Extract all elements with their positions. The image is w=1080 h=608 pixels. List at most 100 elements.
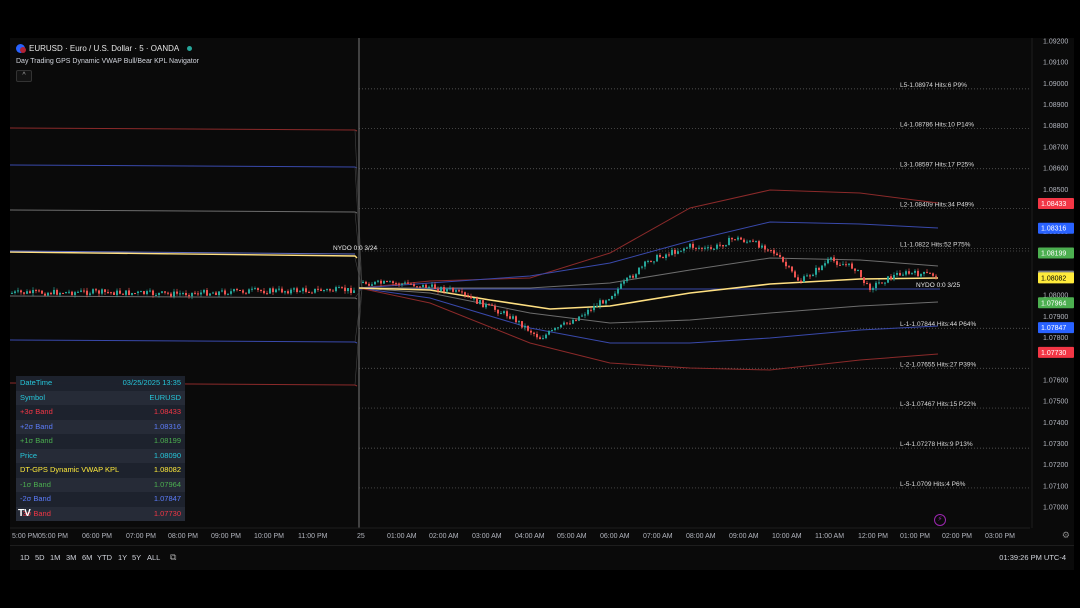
candle-body — [698, 247, 700, 249]
candle-body — [290, 289, 292, 294]
candle-body — [728, 237, 730, 246]
price-badge-label: 1.08199 — [1041, 251, 1066, 258]
indicator-title[interactable]: Day Trading GPS Dynamic VWAP Bull/Bear K… — [16, 58, 199, 65]
range-button-5y[interactable]: 5Y — [132, 553, 141, 562]
candle-body — [497, 309, 499, 314]
range-button-3m[interactable]: 3M — [66, 553, 76, 562]
candle-body — [464, 292, 466, 295]
candle-body — [365, 281, 367, 284]
info-panel-row: Price 1.08090 — [16, 448, 185, 463]
time-axis-label: 09:00 AM — [729, 533, 759, 540]
candle-body — [152, 290, 154, 296]
candle-body — [911, 272, 913, 274]
candle-body — [326, 289, 328, 291]
candle-body — [98, 290, 100, 294]
candle-body — [821, 265, 823, 271]
info-panel-label: DT-GPS Dynamic VWAP KPL — [20, 465, 120, 474]
candle-body — [251, 288, 253, 290]
price-axis-tick: 1.08800 — [1043, 123, 1068, 130]
candle-body — [533, 332, 535, 334]
info-panel-label: +1σ Band — [20, 436, 53, 445]
info-panel-row: +3σ Band 1.08433 — [16, 405, 185, 420]
lightning-icon[interactable]: ⚡ — [934, 514, 946, 526]
candle-body — [146, 291, 148, 295]
time-axis-label: 5:00 PM — [12, 533, 38, 540]
candle-body — [518, 321, 520, 323]
symbol-header[interactable]: EURUSD · Euro / U.S. Dollar · 5 · OANDA — [16, 44, 193, 53]
price-badge-label: 1.08433 — [1041, 201, 1066, 208]
candle-body — [629, 275, 631, 278]
candle-body — [545, 334, 547, 339]
price-axis-tick: 1.07800 — [1043, 335, 1068, 342]
candle-body — [287, 291, 289, 294]
candle-body — [431, 284, 433, 287]
candle-body — [677, 251, 679, 254]
candle-body — [299, 291, 301, 293]
candle-body — [425, 284, 427, 288]
market-open-status-icon — [187, 46, 193, 51]
candle-body — [89, 293, 91, 295]
candle-body — [167, 292, 169, 294]
candle-body — [860, 270, 862, 278]
candle-body — [557, 327, 559, 329]
info-panel-value: EURUSD — [149, 392, 181, 402]
price-axis-tick: 1.07300 — [1043, 441, 1068, 448]
range-button-1y[interactable]: 1Y — [118, 553, 127, 562]
chevron-up-icon[interactable]: ^ — [16, 70, 32, 82]
candle-body — [314, 288, 316, 293]
candle-body — [647, 260, 649, 262]
candle-body — [509, 316, 511, 319]
symbol-title[interactable]: EURUSD · Euro / U.S. Dollar · 5 · OANDA — [29, 44, 179, 53]
candle-body — [659, 254, 661, 257]
range-button-1d[interactable]: 1D — [20, 553, 30, 562]
candle-body — [110, 292, 112, 294]
candle-body — [584, 314, 586, 316]
candle-body — [686, 247, 688, 249]
candle-body — [896, 272, 898, 275]
candle-body — [929, 272, 931, 274]
candle-body — [17, 290, 19, 292]
candle-body — [734, 239, 736, 241]
candle-body — [854, 268, 856, 271]
candle-body — [275, 289, 277, 293]
candle-body — [170, 293, 172, 297]
range-button-5d[interactable]: 5D — [35, 553, 45, 562]
candle-body — [47, 292, 49, 296]
candle-body — [476, 298, 478, 304]
price-axis-tick: 1.08900 — [1043, 102, 1068, 109]
candle-body — [905, 271, 907, 275]
price-axis-tick: 1.09100 — [1043, 60, 1068, 67]
info-panel-value: 1.07730 — [153, 508, 181, 518]
candle-body — [641, 266, 643, 268]
nydo-label: NYDO 0:0 3/24 — [333, 245, 377, 252]
candle-body — [449, 288, 451, 290]
candle-body — [176, 291, 178, 294]
candle-body — [857, 270, 859, 272]
info-panel-label: -1σ Band — [20, 479, 51, 489]
candle-body — [155, 294, 157, 296]
candle-body — [845, 264, 847, 266]
candle-body — [350, 288, 352, 293]
candle-body — [383, 280, 385, 284]
clock-timezone[interactable]: 01:39:26 PM UTC-4 — [999, 553, 1066, 562]
range-button-ytd[interactable]: YTD — [97, 553, 112, 562]
candle-body — [131, 293, 133, 295]
time-axis-label: 10:00 PM — [254, 533, 284, 540]
candle-body — [899, 272, 901, 276]
candle-body — [632, 275, 634, 278]
gear-icon[interactable]: ⚙ — [1062, 530, 1070, 541]
candle-body — [263, 290, 265, 294]
range-button-all[interactable]: ALL — [147, 553, 160, 562]
calendar-range-icon[interactable]: ⧉ — [170, 552, 176, 563]
candle-body — [416, 286, 418, 288]
candle-body — [560, 324, 562, 328]
candle-body — [380, 280, 382, 284]
price-axis-tick: 1.07600 — [1043, 377, 1068, 384]
range-button-6m[interactable]: 6M — [82, 553, 92, 562]
candle-body — [848, 263, 850, 265]
tradingview-logo[interactable]: TV — [18, 508, 31, 519]
candle-body — [605, 300, 607, 304]
info-panel-row: DT-GPS Dynamic VWAP KPL 1.08082 — [16, 463, 185, 478]
range-button-1m[interactable]: 1M — [50, 553, 60, 562]
candle-body — [830, 257, 832, 260]
